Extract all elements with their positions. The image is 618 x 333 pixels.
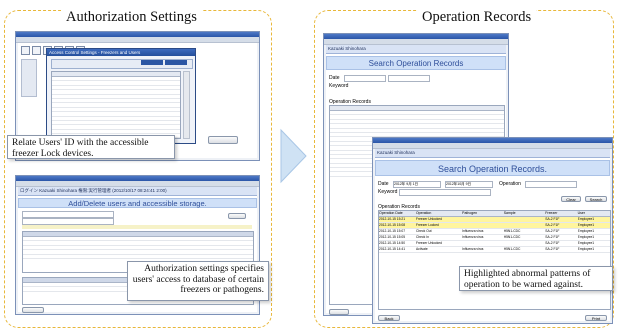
table-cell: SA-2 F1F [545,229,560,233]
date-label: Date [329,75,340,81]
search-icon[interactable] [32,46,41,55]
clear-button[interactable]: Clear [561,196,581,202]
date-to-field[interactable]: 2012年10月 9日 [445,181,493,188]
arrow-right-icon [280,128,307,184]
date-label: Date [378,181,389,187]
back-button[interactable]: Back [378,315,400,321]
table-cell [504,223,546,228]
search-button[interactable]: Search [585,196,607,202]
table-cell: H5N1-CDC [503,247,521,251]
table-cell: H5N1-CDC [503,229,521,233]
records-window-front: Kazuaki Shinohara Search Operation Recor… [372,137,613,324]
user-header: Kazuaki Shinohara [375,149,610,158]
back-button[interactable] [22,307,44,313]
table-cell: 2012-10-15 15:07 [379,229,406,233]
pathogen-field[interactable] [22,218,114,225]
keyword-label: Keyword [378,189,398,195]
relate-callout: Relate Users' ID with the accessible fre… [7,135,175,159]
search-title: Search Operation Records [326,56,506,70]
table-cell [504,217,546,222]
close-button[interactable] [208,136,238,144]
register-button[interactable] [228,213,246,219]
authorization-callout: Authorization settings specifies users' … [127,261,269,301]
table-cell: Activate [415,247,428,251]
table-cell: SA-2 F1F [545,241,560,245]
back-button[interactable] [329,309,349,315]
column-header: User [577,211,586,215]
date-from-field[interactable]: 2012年 9月 1日 [393,181,441,188]
table-cell [462,241,504,246]
table-cell: Employee1 [577,247,595,251]
print-button[interactable]: Print [585,315,607,321]
user-header: ログイン Kazuaki Shinohara 権限:実行管理者 (2012/10… [18,187,257,196]
records-rows: 2012-10-15 15:21 Freezer Unlocked SA-2 F1F… [379,217,610,253]
table-cell: 2012-10-15 15:21 [379,217,406,221]
table-cell: Freezer Locked [415,223,439,227]
scrollbar[interactable] [183,71,190,139]
table-cell: Influenza virus [462,235,484,239]
highlight-callout: Highlighted abnormal patterns of operati… [459,266,613,291]
table-row[interactable]: 2012-10-15 14:41 Activate Influenza virus H… [379,247,610,253]
table-cell: Employee1 [577,223,595,227]
table-cell: Employee1 [577,241,595,245]
table-cell: Influenza virus [462,229,484,233]
search-name-field[interactable] [22,211,114,218]
dialog-title: Access Control Settings - Freezers and U… [47,49,195,56]
operation-label: Operation [499,181,521,187]
table-cell [504,241,546,246]
user-freezer-table [51,71,181,143]
date-to-field[interactable] [388,75,430,82]
column-header: Pathogen [462,211,478,215]
operation-records-panel: Operation Records Kazuaki Shinohara Sear… [314,9,614,328]
section-title: Operation Records [417,9,537,26]
search-title: Search Operation Records. [375,160,610,176]
table-cell: 2012-10-15 14:50 [379,241,406,245]
table-cell: Influenza virus [462,247,484,251]
apply-button[interactable] [165,60,187,65]
table-cell: H5N1-CDC [503,235,521,239]
keyword-input[interactable] [399,189,491,196]
table-cell: SA-2 F1F [545,223,560,227]
records-table: Operation Date Operation Pathogen Sample… [378,210,611,310]
table-cell: SA-2 F1F [545,235,560,239]
column-header: Operation Date [379,211,403,215]
section-title: Authorization Settings [61,9,202,26]
column-header: Operation [415,211,432,215]
table-cell: 2012-10-15 14:41 [379,247,406,251]
table-cell: Freezer Unlocked [415,217,442,221]
table-cell: Check Out [415,229,432,233]
table-cell: 2012-10-15 15:05 [379,235,406,239]
table-cell [462,217,504,222]
table-cell: Freezer Unlocked [415,241,442,245]
add-delete-title: Add/Delete users and accessible storage. [18,198,257,208]
operation-select[interactable] [525,181,577,188]
filter-button[interactable] [141,60,163,65]
table-cell: 2012-10-15 15:08 [379,223,406,227]
table-cell [462,223,504,228]
date-from-field[interactable] [344,75,386,82]
keyword-label: Keyword [329,83,349,89]
column-header: Freezer [545,211,558,215]
table-cell: SA-2 F1F [545,247,560,251]
table-cell: Employee1 [577,217,595,221]
table-cell: Employee1 [577,229,595,233]
table-cell: Employee1 [577,235,595,239]
side-menu[interactable] [21,59,37,97]
column-header: Sample [503,211,516,215]
notice-bar [22,225,252,229]
authorization-settings-panel: Authorization Settings Access Control Se… [4,9,272,328]
user-header: Kazuaki Shinohara [326,45,506,54]
home-icon[interactable] [21,46,30,55]
access-control-dialog: Access Control Settings - Freezers and U… [46,48,196,144]
table-cell: SA-2 F1F [545,217,560,221]
table-cell: Check In [415,235,429,239]
